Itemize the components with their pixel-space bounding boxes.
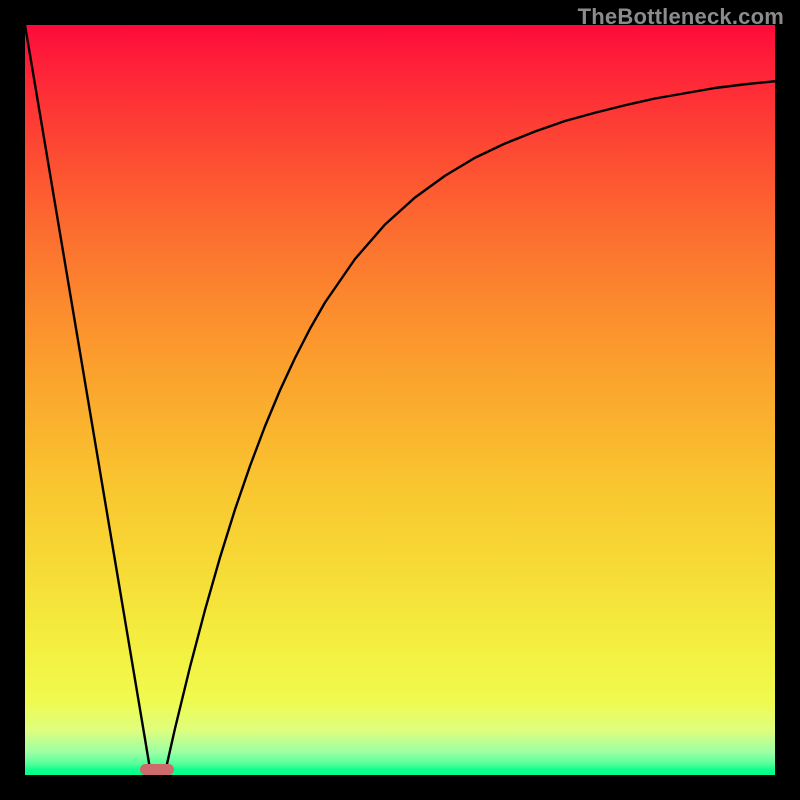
curve-svg (25, 25, 775, 775)
watermark-text: TheBottleneck.com (578, 4, 784, 30)
plot-area (25, 25, 775, 775)
curve-right-branch (165, 81, 776, 775)
curve-left-branch (25, 25, 151, 775)
chart-frame: TheBottleneck.com (0, 0, 800, 800)
datum-marker (140, 764, 174, 775)
